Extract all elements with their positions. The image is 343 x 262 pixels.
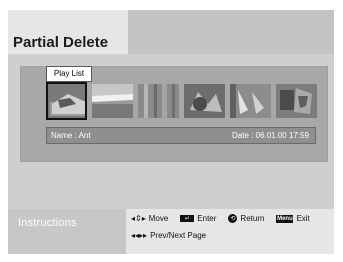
help-page: Prev/Next Page bbox=[150, 231, 207, 240]
thumbnail-5[interactable] bbox=[230, 84, 271, 118]
help-exit: Exit bbox=[296, 214, 310, 223]
enter-key-icon: ↵ bbox=[180, 215, 195, 222]
thumbnail-1[interactable] bbox=[46, 82, 87, 120]
info-bar: Name : Ant Date : 06.01.00 17:59 bbox=[46, 127, 316, 144]
left-right-double-arrows-icon: ◂◂▸▸ bbox=[131, 231, 148, 240]
help-move: Move bbox=[148, 214, 169, 223]
thumbnail-strip bbox=[46, 82, 317, 120]
help-return: Return bbox=[240, 214, 265, 223]
instructions-tab bbox=[8, 209, 126, 254]
thumbnail-5-image bbox=[230, 84, 271, 118]
help-enter: Enter bbox=[197, 214, 217, 223]
thumbnail-2-image bbox=[92, 84, 133, 118]
screen: Partial Delete Play List Name: Ant Date… bbox=[0, 0, 343, 262]
up-down-left-right-arrows-icon: ◂⇕▸ bbox=[131, 214, 146, 223]
thumbnail-4-image bbox=[184, 84, 225, 118]
thumbnail-6[interactable] bbox=[276, 84, 317, 118]
instructions-label: Instructions bbox=[18, 217, 77, 229]
return-icon: ⟲ bbox=[228, 214, 238, 223]
page-title: Partial Delete bbox=[13, 34, 109, 51]
thumbnail-6-image bbox=[276, 84, 317, 118]
help-row-1: ◂⇕▸ Move ↵ Enter ⟲ Return Menu Exit bbox=[131, 214, 310, 223]
info-name: Name : Ant bbox=[51, 131, 91, 140]
thumbnail-4[interactable] bbox=[184, 84, 225, 118]
thumbnail-2[interactable] bbox=[92, 84, 133, 118]
thumbnail-1-image bbox=[48, 84, 85, 118]
playlist-tab[interactable]: Play List bbox=[46, 66, 92, 82]
info-date: Date : 06.01.00 17:59 bbox=[232, 131, 309, 140]
thumbnail-3-image bbox=[138, 84, 179, 118]
thumbnail-3[interactable] bbox=[138, 84, 179, 118]
help-row-2: ◂◂▸▸ Prev/Next Page bbox=[131, 231, 206, 240]
menu-key-icon: Menu bbox=[276, 214, 294, 223]
